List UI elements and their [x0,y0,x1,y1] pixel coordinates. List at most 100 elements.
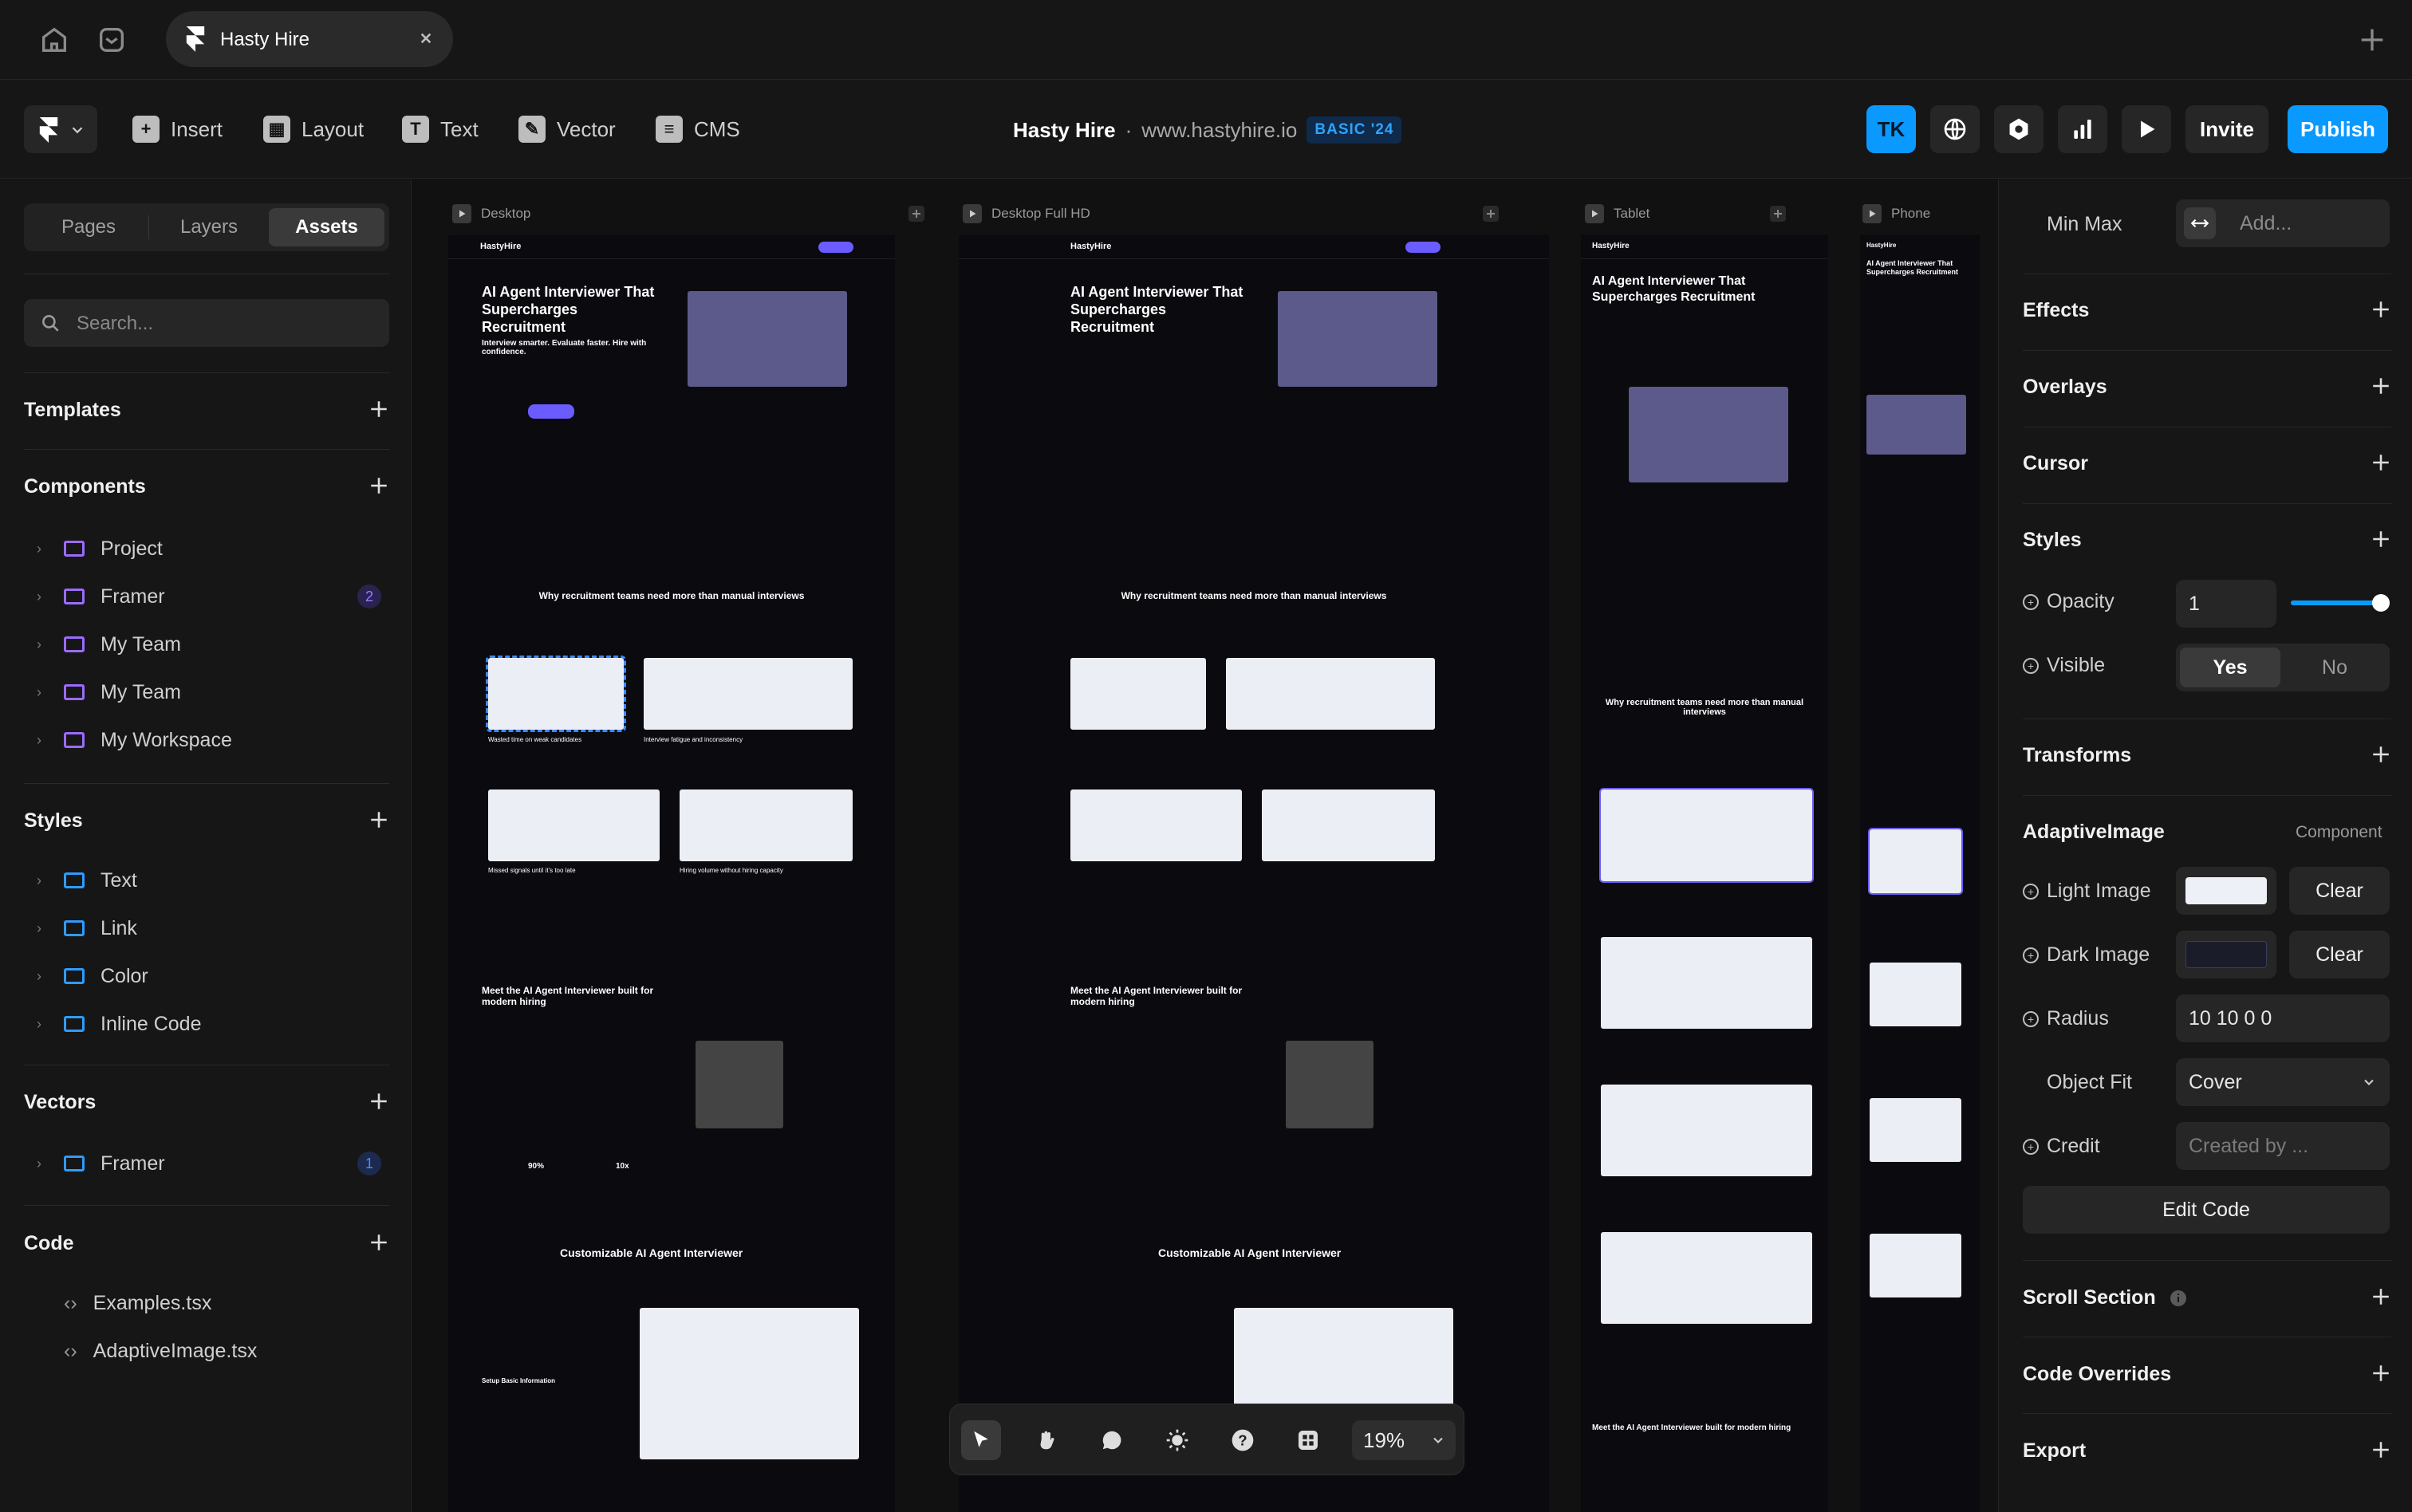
play-icon[interactable] [1585,204,1604,223]
component-item-my-workspace[interactable]: › My Workspace [37,724,232,756]
vector-button[interactable]: ✎ Vector [518,112,616,147]
visible-no-option[interactable]: No [2284,648,2385,687]
settings-button[interactable] [1994,105,2044,153]
document-tab[interactable]: Hasty Hire [166,11,453,67]
play-icon[interactable] [1862,204,1882,223]
styles-heading[interactable]: Styles [24,809,83,833]
dark-image-picker[interactable] [2176,931,2276,978]
add-export-plus-icon[interactable] [2371,1439,2391,1460]
code-file-adaptive-image[interactable]: ‹› AdaptiveImage.tsx [64,1340,257,1363]
plugins-button[interactable] [1288,1420,1328,1460]
add-cursor-plus-icon[interactable] [2371,452,2391,473]
clear-light-image-button[interactable]: Clear [2289,867,2390,915]
add-breakpoint-plus-icon[interactable] [1768,204,1787,223]
styles-heading[interactable]: Styles [2023,529,2082,552]
plus-circle-icon[interactable]: + [2023,883,2039,900]
edit-code-button[interactable]: Edit Code [2023,1186,2390,1234]
add-style-plus-icon[interactable] [2371,529,2391,549]
new-tab-plus-icon[interactable] [2356,24,2388,56]
transforms-heading[interactable]: Transforms [2023,744,2131,767]
close-icon[interactable] [413,26,439,51]
style-item-text[interactable]: › Text [37,864,137,896]
opacity-slider-handle[interactable] [2372,594,2390,612]
components-heading[interactable]: Components [24,475,146,498]
frame-header-desktop-full-hd[interactable]: Desktop Full HD [963,202,1505,226]
plus-circle-icon[interactable]: + [2023,947,2039,963]
add-overlay-plus-icon[interactable] [2371,376,2391,396]
theme-toggle-button[interactable] [1157,1420,1197,1460]
code-heading[interactable]: Code [24,1232,74,1255]
analytics-button[interactable] [2058,105,2107,153]
zoom-select[interactable]: 19% [1352,1420,1456,1460]
component-item-project[interactable]: › Project [37,533,163,565]
add-code-override-plus-icon[interactable] [2371,1363,2391,1384]
home-icon[interactable] [38,24,70,56]
site-settings-button[interactable] [1930,105,1980,153]
layout-button[interactable]: ▦ Layout [263,112,364,147]
credit-input[interactable]: Created by ... [2176,1122,2390,1170]
vectors-heading[interactable]: Vectors [24,1091,96,1114]
opacity-slider[interactable] [2291,594,2390,612]
component-item-my-team-2[interactable]: › My Team [37,676,181,708]
add-breakpoint-plus-icon[interactable] [1481,204,1500,223]
select-tool-button[interactable] [961,1420,1001,1460]
plus-circle-icon[interactable]: + [2023,657,2039,674]
add-style-plus-icon[interactable] [368,809,389,830]
style-item-inline-code[interactable]: › Inline Code [37,1008,201,1040]
radius-input[interactable]: 10 10 0 0 [2176,994,2390,1042]
code-overrides-heading[interactable]: Code Overrides [2023,1363,2171,1386]
project-title[interactable]: Hasty Hire · www.hastyhire.io BASIC '24 [1013,116,1402,144]
component-item-framer[interactable]: › Framer [37,581,165,612]
plus-circle-icon[interactable]: + [2023,1010,2039,1027]
user-avatar[interactable]: TK [1866,105,1916,153]
play-icon[interactable] [452,204,471,223]
add-template-plus-icon[interactable] [368,399,389,419]
frame-tablet[interactable]: HastyHire AI Agent Interviewer That Supe… [1581,235,1828,1512]
invite-button[interactable]: Invite [2185,105,2268,153]
style-item-color[interactable]: › Color [37,960,148,992]
insert-button[interactable]: + Insert [132,112,223,147]
object-fit-select[interactable]: Cover [2176,1058,2390,1106]
add-breakpoint-plus-icon[interactable] [907,204,926,223]
tab-assets[interactable]: Assets [269,208,384,246]
frame-header-tablet[interactable]: Tablet [1585,202,1792,226]
cursor-heading[interactable]: Cursor [2023,452,2088,475]
comment-tool-button[interactable] [1092,1420,1132,1460]
inbox-icon[interactable] [96,24,128,56]
add-vector-plus-icon[interactable] [368,1091,389,1112]
preview-button[interactable] [2122,105,2171,153]
scroll-section-heading[interactable]: Scroll Section [2023,1286,2188,1309]
export-heading[interactable]: Export [2023,1439,2086,1463]
info-icon[interactable] [2169,1289,2188,1308]
vector-item-framer[interactable]: › Framer [37,1148,165,1179]
play-icon[interactable] [963,204,982,223]
templates-heading[interactable]: Templates [24,399,121,422]
frame-header-desktop[interactable]: Desktop [452,202,931,226]
search-input[interactable]: Search... [24,299,389,347]
frame-desktop-full-hd[interactable]: HastyHire AI Agent Interviewer That Supe… [959,235,1549,1512]
effects-heading[interactable]: Effects [2023,299,2089,322]
style-item-link[interactable]: › Link [37,912,137,944]
add-code-plus-icon[interactable] [368,1232,389,1253]
opacity-input[interactable]: 1 [2176,580,2276,628]
add-transform-plus-icon[interactable] [2371,744,2391,765]
component-item-my-team[interactable]: › My Team [37,628,181,660]
add-scroll-section-plus-icon[interactable] [2371,1286,2391,1307]
tab-pages[interactable]: Pages [29,208,148,246]
clear-dark-image-button[interactable]: Clear [2289,931,2390,978]
hand-tool-button[interactable] [1027,1420,1066,1460]
plus-circle-icon[interactable]: + [2023,1138,2039,1155]
frame-header-phone[interactable]: Phone [1862,202,1982,226]
add-effect-plus-icon[interactable] [2371,299,2391,320]
add-component-plus-icon[interactable] [368,475,389,496]
help-button[interactable]: ? [1223,1420,1263,1460]
code-file-examples[interactable]: ‹› Examples.tsx [64,1292,211,1315]
frame-phone[interactable]: HastyHire AI Agent Interviewer That Supe… [1860,235,1980,1512]
canvas[interactable]: Desktop HastyHire AI Agent Interviewer T… [412,179,1997,1512]
framer-menu-button[interactable] [24,105,97,153]
publish-button[interactable]: Publish [2288,105,2388,153]
overlays-heading[interactable]: Overlays [2023,376,2107,399]
min-max-input[interactable]: Add... [2176,199,2390,247]
plus-circle-icon[interactable]: + [2023,593,2039,610]
frame-desktop[interactable]: HastyHire AI Agent Interviewer That Supe… [448,235,895,1512]
